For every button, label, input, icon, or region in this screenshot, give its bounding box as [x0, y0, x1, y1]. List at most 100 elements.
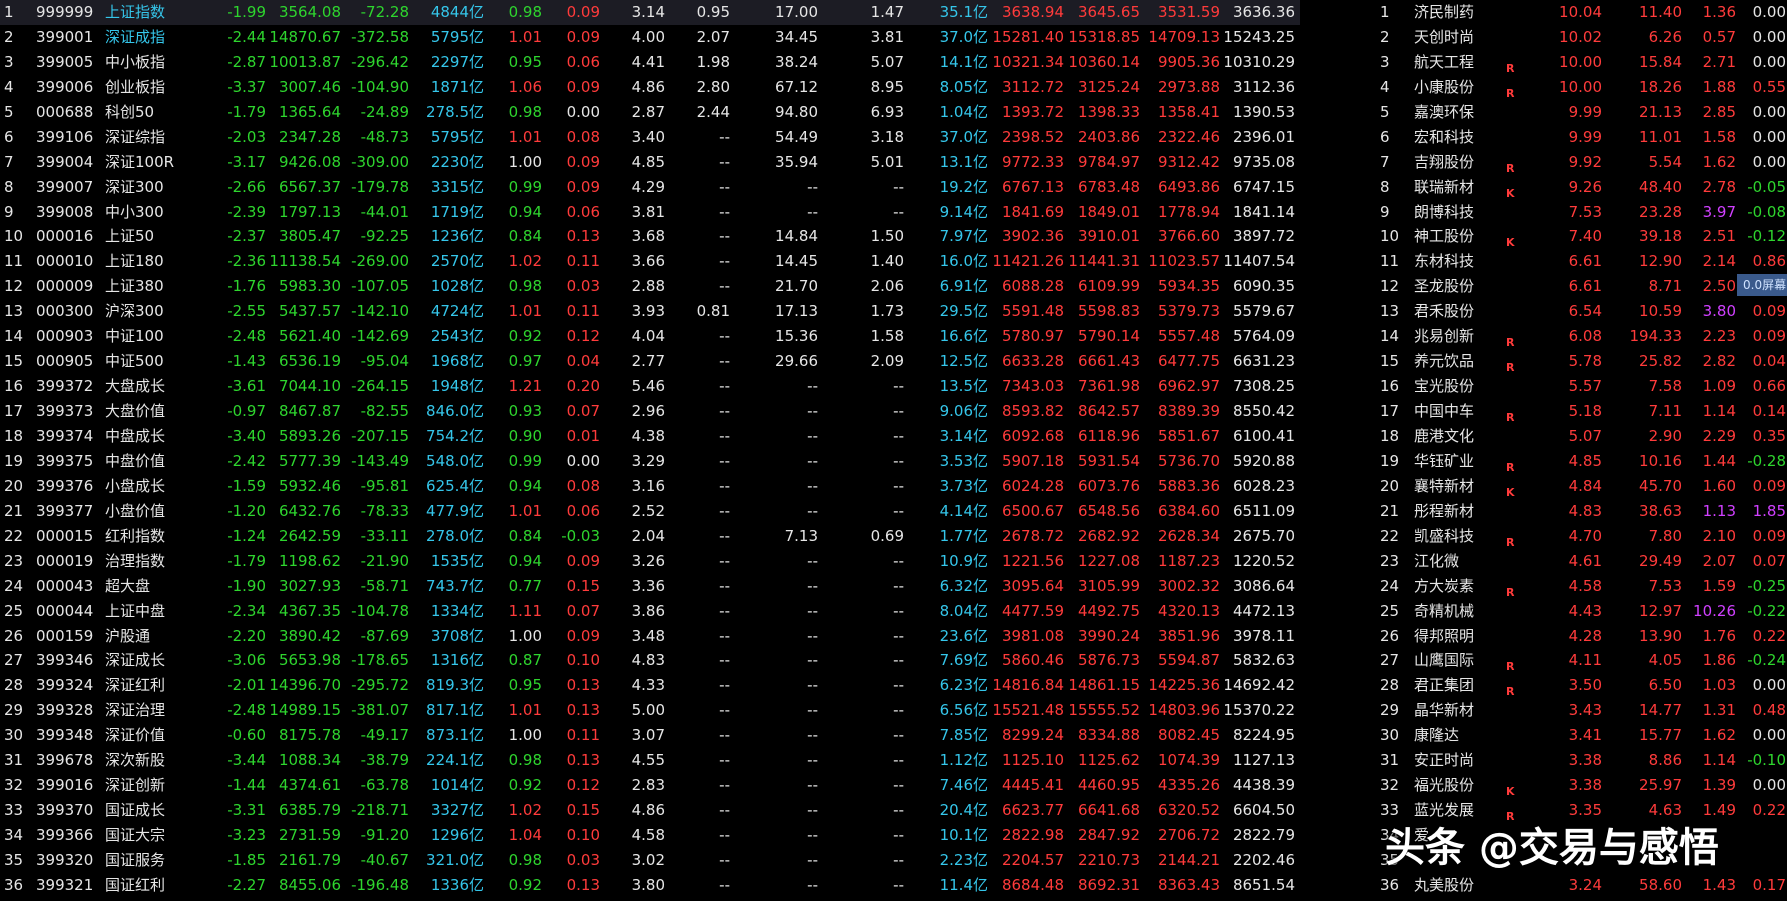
- stock-cell-pct: 9.99: [1568, 127, 1602, 146]
- stock-row[interactable]: 4 小康股份 R 10.00 18.26 1.88 0.55: [0, 75, 1787, 100]
- stock-row[interactable]: 7 吉翔股份 R 9.92 5.54 1.62 0.00: [0, 150, 1787, 175]
- stock-cell-v2: 0.04: [1752, 352, 1786, 371]
- stock-row[interactable]: 27 山鹰国际 R 4.11 4.05 1.86 -0.24: [0, 648, 1787, 673]
- stock-row[interactable]: 10 神工股份 K 7.40 39.18 2.51 -0.12: [0, 224, 1787, 249]
- stock-cell-v2: -0.28: [1747, 451, 1786, 470]
- stock-cell-v2: 0.07: [1752, 551, 1786, 570]
- stock-cell-name: 君正集团: [1414, 676, 1475, 695]
- stock-row[interactable]: 28 君正集团 R 3.50 6.50 1.03 0.00: [0, 673, 1787, 698]
- stock-cell-v1: 1.09: [1702, 377, 1736, 396]
- stock-cell-n: 15: [1380, 352, 1400, 371]
- stock-row[interactable]: 25 奇精机械 4.43 12.97 10.26 -0.22: [0, 599, 1787, 624]
- stock-row[interactable]: 9 朗博科技 7.53 23.28 3.97 -0.08: [0, 200, 1787, 225]
- stock-row[interactable]: 23 江化微 4.61 29.49 2.07 0.07: [0, 549, 1787, 574]
- stock-cell-name: 兆易创新: [1414, 327, 1475, 346]
- stock-cell-n: 7: [1380, 152, 1390, 171]
- stock-cell-n: 16: [1380, 377, 1400, 396]
- stock-cell-price: 23.28: [1639, 202, 1682, 221]
- stock-row[interactable]: 22 凯盛科技 R 4.70 7.80 2.10 0.09: [0, 524, 1787, 549]
- stock-row[interactable]: 21 彤程新材 4.83 38.63 1.13 1.85: [0, 499, 1787, 524]
- stock-cell-v1: 2.78: [1702, 177, 1736, 196]
- stock-cell-n: 11: [1380, 252, 1400, 271]
- stock-row[interactable]: 5 嘉澳环保 9.99 21.13 2.85 0.00: [0, 100, 1787, 125]
- stock-row[interactable]: 26 得邦照明 4.28 13.90 1.76 0.22: [0, 624, 1787, 649]
- stock-row[interactable]: 19 华钰矿业 R 4.85 10.16 1.44 -0.28: [0, 449, 1787, 474]
- stock-cell-price: 21.13: [1639, 102, 1682, 121]
- stock-row[interactable]: 24 方大炭素 R 4.58 7.53 1.59 -0.25: [0, 574, 1787, 599]
- stock-cell-price: 5.54: [1648, 152, 1682, 171]
- stock-row[interactable]: 1 济民制药 10.04 11.40 1.36 0.00: [0, 0, 1787, 25]
- stock-cell-name: 彤程新材: [1414, 501, 1475, 520]
- stock-row[interactable]: 13 君禾股份 6.54 10.59 3.80 0.09: [0, 299, 1787, 324]
- stock-cell-price: 38.63: [1639, 501, 1682, 520]
- stock-row[interactable]: 30 康隆达 3.41 15.77 1.62 0.00: [0, 723, 1787, 748]
- watermark: 头条 @交易与感悟: [1385, 825, 1719, 871]
- stock-cell-v1: 1.14: [1702, 751, 1736, 770]
- stock-cell-v2: 0.00: [1752, 776, 1786, 795]
- stock-cell-v2: -0.25: [1747, 576, 1786, 595]
- stock-row[interactable]: 36 丸美股份 3.24 58.60 1.43 0.17: [0, 873, 1787, 898]
- stock-cell-n: 28: [1380, 676, 1400, 695]
- stock-cell-name: 宏和科技: [1414, 127, 1475, 146]
- stock-cell-v1: 2.85: [1702, 102, 1736, 121]
- stock-cell-v1: 2.07: [1702, 551, 1736, 570]
- stock-cell-v1: 2.51: [1702, 227, 1736, 246]
- stock-row[interactable]: 15 养元饮品 R 5.78 25.82 2.82 0.04: [0, 349, 1787, 374]
- stock-row[interactable]: 3 航天工程 R 10.00 15.84 2.71 0.00: [0, 50, 1787, 75]
- stock-cell-price: 8.71: [1648, 277, 1682, 296]
- stock-row[interactable]: 18 鹿港文化 5.07 2.90 2.29 0.35: [0, 424, 1787, 449]
- stock-cell-pct: 6.54: [1568, 302, 1602, 321]
- stock-cell-pct: 4.11: [1568, 651, 1602, 670]
- stock-cell-price: 48.40: [1639, 177, 1682, 196]
- stock-row[interactable]: 12圣龙股份6.618.712.500.0: [0, 274, 1787, 299]
- stock-cell-price: 25.82: [1639, 352, 1682, 371]
- stock-cell-v1: 2.23: [1702, 327, 1736, 346]
- stock-cell-price: 10.16: [1639, 451, 1682, 470]
- stock-row[interactable]: 2 天创时尚 10.02 6.26 0.57 0.00: [0, 25, 1787, 50]
- stock-row[interactable]: 17 中国中车 R 5.18 7.11 1.14 0.14: [0, 399, 1787, 424]
- stock-cell-v1: 1.36: [1702, 3, 1736, 21]
- stock-cell-n: 25: [1380, 601, 1400, 620]
- stock-cell-n: 19: [1380, 451, 1400, 470]
- stock-cell-pct: 10.02: [1559, 27, 1602, 46]
- stock-cell-v2: 0.17: [1752, 875, 1786, 894]
- stock-cell-v1: 10.26: [1693, 601, 1736, 620]
- stock-cell-price: 12.90: [1639, 252, 1682, 271]
- stock-cell-name: 神工股份: [1414, 227, 1475, 246]
- stock-row[interactable]: 14 兆易创新 R 6.08 194.33 2.23 0.09: [0, 324, 1787, 349]
- stock-row[interactable]: 16 宝光股份 5.57 7.58 1.09 0.66: [0, 374, 1787, 399]
- stock-cell-n: 24: [1380, 576, 1400, 595]
- stock-row[interactable]: 20 襄特新材 K 4.84 45.70 1.60 0.09: [0, 474, 1787, 499]
- stock-cell-price: 25.97: [1639, 776, 1682, 795]
- stock-cell-name: 得邦照明: [1414, 626, 1475, 645]
- stock-cell-pct: 4.43: [1568, 601, 1602, 620]
- stock-row[interactable]: 29 晶华新材 3.43 14.77 1.31 0.48: [0, 698, 1787, 723]
- stock-cell-price: 11.01: [1639, 127, 1682, 146]
- stock-cell-n: 1: [1380, 3, 1390, 21]
- edge-screen-label: 0.0屏幕: [1737, 274, 1787, 296]
- stock-row[interactable]: 32 福光股份 K 3.38 25.97 1.39 0.00: [0, 773, 1787, 798]
- stock-cell-v2: 0.00: [1752, 726, 1786, 745]
- stock-cell-v2: -0.05: [1747, 177, 1786, 196]
- stock-cell-name: 安正时尚: [1414, 751, 1475, 770]
- stock-row[interactable]: 8 联瑞新材 K 9.26 48.40 2.78 -0.05: [0, 175, 1787, 200]
- stock-cell-v2: -0.24: [1747, 651, 1786, 670]
- stock-cell-v2: 0.00: [1752, 52, 1786, 71]
- stock-cell-pct: 3.38: [1568, 751, 1602, 770]
- stock-cell-v1: 1.31: [1702, 701, 1736, 720]
- stock-cell-v1: 3.97: [1702, 202, 1736, 221]
- stock-cell-price: 58.60: [1639, 875, 1682, 894]
- stock-row[interactable]: 6 宏和科技 9.99 11.01 1.58 0.00: [0, 125, 1787, 150]
- stock-row[interactable]: 31 安正时尚 3.38 8.86 1.14 -0.10: [0, 748, 1787, 773]
- stock-row[interactable]: 11 东材科技 6.61 12.90 2.14 0.86: [0, 249, 1787, 274]
- stock-cell-price: 7.58: [1648, 377, 1682, 396]
- stock-cell-pct: 4.61: [1568, 551, 1602, 570]
- stock-cell-price: 10.59: [1639, 302, 1682, 321]
- stock-cell-price: 15.77: [1639, 726, 1682, 745]
- stock-cell-v1: 1.44: [1702, 451, 1736, 470]
- stock-cell-pct: 5.07: [1568, 426, 1602, 445]
- stock-cell-pct: 4.85: [1568, 451, 1602, 470]
- stock-cell-name: 康隆达: [1414, 726, 1460, 745]
- stock-cell-n: 17: [1380, 402, 1400, 421]
- stock-cell-pct: 10.04: [1559, 3, 1602, 21]
